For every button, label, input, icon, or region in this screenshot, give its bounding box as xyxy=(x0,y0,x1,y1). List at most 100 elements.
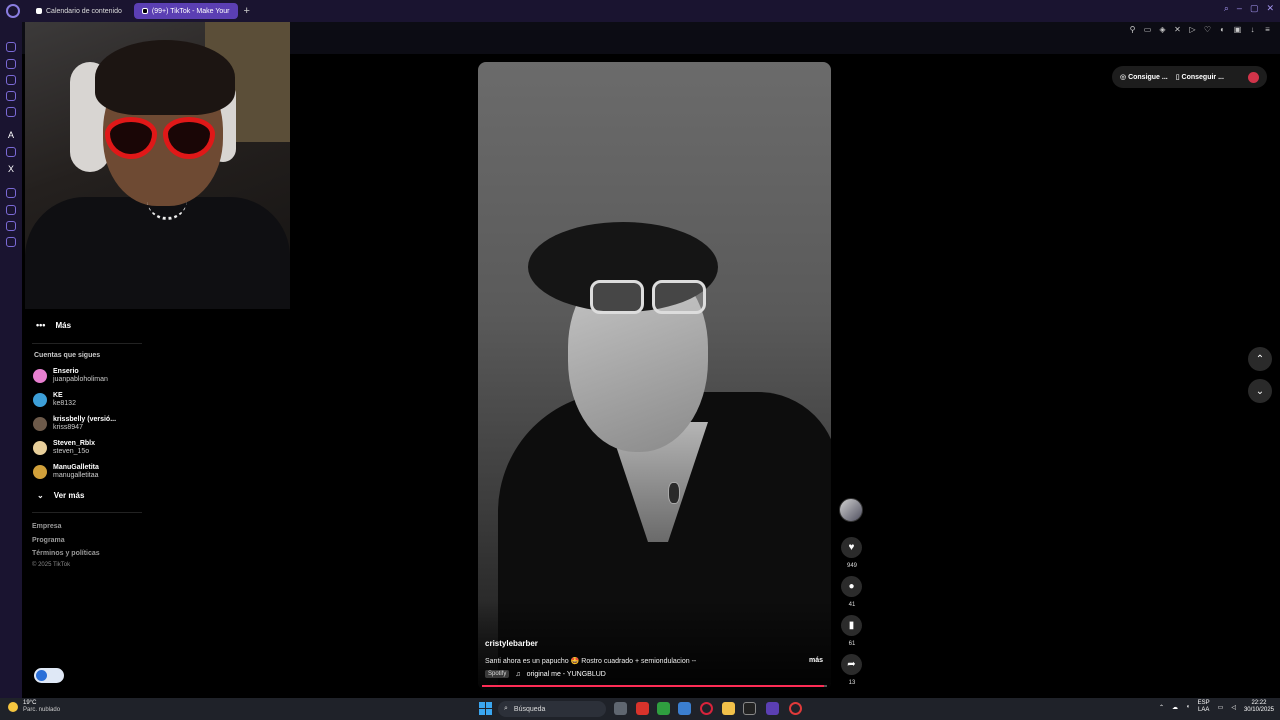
creator-avatar[interactable] xyxy=(839,498,863,522)
mic-icon[interactable]: ◖ xyxy=(1186,704,1190,710)
following-account[interactable]: Steven_Rblx steven_15o xyxy=(33,440,95,456)
opera-taskbar-icon[interactable] xyxy=(700,702,713,715)
search-tabs-icon[interactable]: ⌕ xyxy=(1224,3,1229,14)
minimize-button[interactable]: – xyxy=(1237,3,1242,14)
avatar xyxy=(33,393,47,407)
cube-icon[interactable] xyxy=(6,221,16,231)
new-tab-button[interactable]: + xyxy=(244,5,250,17)
download-icon[interactable]: ↓ xyxy=(1248,25,1257,34)
aria-icon[interactable]: A xyxy=(6,130,16,140)
keyboard-toggle[interactable] xyxy=(34,668,64,683)
heart-outline-icon[interactable]: ♡ xyxy=(1203,25,1212,34)
settings-icon[interactable] xyxy=(6,237,16,247)
opera-logo-icon[interactable] xyxy=(6,4,20,18)
whatsapp-icon[interactable] xyxy=(6,75,16,85)
footer-link-empresa[interactable]: Empresa xyxy=(32,523,62,530)
cam-lens-right xyxy=(163,117,215,159)
avatar xyxy=(33,465,47,479)
chevron-down-icon: ⌄ xyxy=(1255,385,1265,397)
taskbar-search[interactable]: ⌕ Búsqueda xyxy=(498,701,606,717)
comment-button[interactable]: ● xyxy=(841,576,862,597)
workspace-icon[interactable] xyxy=(6,42,16,52)
video-description: Santi ahora es un papucho 🤩 Rostro cuadr… xyxy=(485,658,697,665)
browser-titlebar: Calendario de contenido (99+) TikTok - M… xyxy=(0,0,1280,22)
like-button[interactable]: ♥ xyxy=(841,537,862,558)
clock[interactable]: 22:22 30/10/2025 xyxy=(1244,700,1274,714)
video-lens-left xyxy=(590,280,644,314)
see-more-button[interactable]: ⌄ Ver más xyxy=(37,491,84,500)
opera-gx-icon[interactable] xyxy=(766,702,779,715)
extensions-icon[interactable]: ◐ xyxy=(1218,25,1227,34)
capcut-icon[interactable] xyxy=(743,702,756,715)
tab-calendar[interactable]: Calendario de contenido xyxy=(28,3,130,19)
history-icon[interactable] xyxy=(6,205,16,215)
wallet-icon[interactable]: ▣ xyxy=(1233,25,1242,34)
heart-icon: ♥ xyxy=(848,542,855,553)
previous-video-button[interactable]: ⌃ xyxy=(1248,347,1272,371)
volume-icon[interactable]: ◁ xyxy=(1231,704,1236,711)
tiktok-favicon-icon xyxy=(141,8,148,14)
like-count: 949 xyxy=(846,563,857,569)
x-icon[interactable]: X xyxy=(6,164,16,174)
menu-icon[interactable]: ≡ xyxy=(1263,25,1272,34)
messenger-icon[interactable] xyxy=(6,59,16,69)
following-account[interactable]: ManuGalletita manugalletitaa xyxy=(33,464,99,480)
video-glasses xyxy=(590,280,708,316)
profile-avatar[interactable] xyxy=(1248,71,1259,83)
video-progress-fill xyxy=(482,685,824,687)
task-view-icon[interactable] xyxy=(614,702,627,715)
tray-chevron-icon[interactable]: ⌃ xyxy=(1159,704,1164,711)
maximize-button[interactable]: ▢ xyxy=(1250,3,1259,14)
account-handle: steven_15o xyxy=(53,448,90,455)
file-explorer-icon[interactable] xyxy=(722,702,735,715)
calendar-app-icon[interactable] xyxy=(636,702,649,715)
footer-link-terms[interactable]: Términos y políticas xyxy=(32,550,100,557)
footer-link-programa[interactable]: Programa xyxy=(32,537,65,544)
get-app-label: Conseguir ... xyxy=(1181,74,1224,81)
time: 22:22 xyxy=(1251,700,1267,706)
vscode-icon[interactable] xyxy=(678,702,691,715)
get-app-button[interactable]: ▯ Conseguir ... xyxy=(1176,73,1224,81)
video-progress-bar[interactable] xyxy=(482,685,827,687)
following-account[interactable]: Enserio juanpabloholiman xyxy=(33,368,108,384)
page-icon[interactable]: ▭ xyxy=(1143,25,1152,34)
obs-icon[interactable] xyxy=(789,702,802,715)
windows-start-icon[interactable] xyxy=(479,702,492,715)
tab-tiktok[interactable]: (99+) TikTok - Make Your xyxy=(133,3,238,19)
more-menu-item[interactable]: ••• Más xyxy=(36,320,71,330)
close-button[interactable]: ✕ xyxy=(1266,3,1274,14)
shield-icon[interactable]: ◈ xyxy=(1158,25,1167,34)
xbox-icon[interactable] xyxy=(657,702,670,715)
lang-layout: LAA xyxy=(1197,707,1210,713)
language-indicator[interactable]: ESP LAA xyxy=(1198,700,1210,714)
save-button[interactable]: ▮ xyxy=(841,615,862,636)
account-name: KE xyxy=(53,392,63,399)
get-app-bar: ◎ Consigue ... ▯ Conseguir ... xyxy=(1112,66,1267,88)
onedrive-icon[interactable]: ☁ xyxy=(1172,704,1178,711)
divider xyxy=(32,512,142,513)
get-coins-button[interactable]: ◎ Consigue ... xyxy=(1120,73,1168,81)
share-button[interactable]: ➦ xyxy=(841,654,862,675)
following-account[interactable]: krissbelly (versió... kriss8947 xyxy=(33,416,116,432)
weather-widget[interactable]: 19°C Parc. nublado xyxy=(8,700,60,714)
toolbar-icons: ⚲ ▭ ◈ ✕ ▷ ♡ ◐ ▣ ↓ ≡ xyxy=(1128,23,1272,35)
description-more-link[interactable]: más xyxy=(809,657,823,664)
network-icon[interactable]: ▭ xyxy=(1218,704,1224,711)
video-author[interactable]: cristylebarber xyxy=(485,639,538,648)
pin-icon[interactable]: ⚲ xyxy=(1128,25,1137,34)
following-account[interactable]: KE ke8132 xyxy=(33,392,76,408)
next-video-button[interactable]: ⌄ xyxy=(1248,379,1272,403)
webcam-overlay xyxy=(25,22,290,309)
video-player[interactable]: cristylebarber Santi ahora es un papucho… xyxy=(478,62,831,690)
bookmarks-icon[interactable] xyxy=(6,107,16,117)
opera-sidebar: A X xyxy=(0,22,22,698)
instagram-icon[interactable] xyxy=(6,91,16,101)
account-handle: ke8132 xyxy=(53,400,76,407)
player-icon[interactable] xyxy=(6,188,16,198)
translate-icon[interactable]: ✕ xyxy=(1173,25,1182,34)
video-music-row[interactable]: Spotify ♫ original me - YUNGBLUD xyxy=(485,670,606,678)
play-icon[interactable]: ▷ xyxy=(1188,25,1197,34)
following-title: Cuentas que sigues xyxy=(34,352,101,359)
twitch-icon[interactable] xyxy=(6,147,16,157)
spotify-badge[interactable]: Spotify xyxy=(485,670,510,678)
